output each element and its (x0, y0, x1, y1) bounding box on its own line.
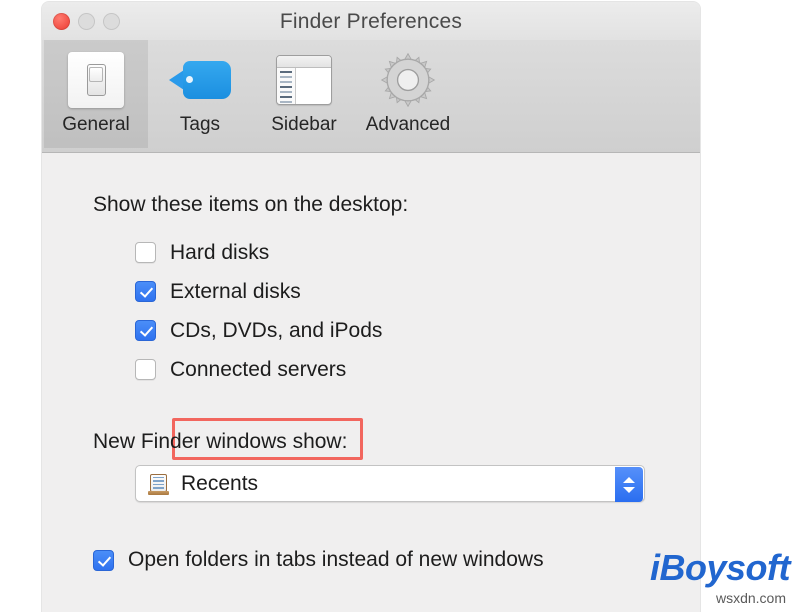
chevron-down-icon (623, 486, 635, 493)
chevron-up-icon (623, 476, 635, 483)
checkbox-row-external-disks[interactable]: External disks (135, 272, 382, 311)
checkbox-external-disks-label: External disks (170, 279, 301, 303)
tab-sidebar[interactable]: Sidebar (252, 40, 356, 148)
checkbox-cds-dvds-ipods-label: CDs, DVDs, and iPods (170, 318, 383, 342)
new-finder-windows-label: New Finder windows show: (93, 430, 348, 453)
checkbox-open-folders-tabs-label: Open folders in tabs instead of new wind… (128, 548, 544, 571)
gear-icon (379, 46, 437, 114)
checkbox-hard-disks-label: Hard disks (170, 240, 270, 264)
sidebar-icon (276, 46, 332, 114)
checkbox-row-open-folders-tabs[interactable]: Open folders in tabs instead of new wind… (93, 548, 544, 572)
new-finder-windows-value: Recents (181, 471, 259, 495)
watermark-site: wsxdn.com (715, 590, 786, 606)
new-finder-windows-select[interactable]: Recents (135, 465, 645, 502)
tab-sidebar-label: Sidebar (271, 114, 337, 135)
checkbox-cds-dvds-ipods[interactable] (135, 320, 156, 341)
checkbox-external-disks[interactable] (135, 281, 156, 302)
checkbox-row-connected-servers[interactable]: Connected servers (135, 350, 382, 389)
finder-preferences-window: Finder Preferences General Tags Sidebar … (42, 2, 700, 612)
select-stepper-button[interactable] (615, 467, 643, 502)
checkbox-connected-servers-label: Connected servers (170, 357, 347, 381)
tab-tags[interactable]: Tags (148, 40, 252, 148)
checkbox-row-hard-disks[interactable]: Hard disks (135, 233, 382, 272)
checkbox-connected-servers[interactable] (135, 359, 156, 380)
tab-advanced-label: Advanced (365, 114, 451, 135)
recents-icon (148, 473, 170, 495)
checkbox-hard-disks[interactable] (135, 242, 156, 263)
tab-advanced[interactable]: Advanced (356, 40, 460, 148)
screenshot-root: Finder Preferences General Tags Sidebar … (0, 0, 800, 612)
desktop-items-checkbox-group: Hard disks External disks CDs, DVDs, and… (135, 233, 382, 389)
tab-general-label: General (62, 114, 130, 135)
checkbox-row-cds-dvds-ipods[interactable]: CDs, DVDs, and iPods (135, 311, 382, 350)
window-title: Finder Preferences (279, 10, 463, 33)
switch-icon (68, 46, 124, 114)
preferences-toolbar: General Tags Sidebar Advanced (42, 40, 700, 153)
window-titlebar[interactable]: Finder Preferences (42, 2, 700, 40)
tab-tags-label: Tags (179, 114, 221, 135)
tab-general[interactable]: General (44, 40, 148, 148)
desktop-items-label: Show these items on the desktop: (93, 193, 409, 216)
watermark-brand: iBoysoft (650, 547, 791, 588)
general-pane: Show these items on the desktop: Hard di… (42, 153, 700, 612)
checkbox-open-folders-tabs[interactable] (93, 549, 114, 571)
tag-icon (169, 46, 231, 114)
